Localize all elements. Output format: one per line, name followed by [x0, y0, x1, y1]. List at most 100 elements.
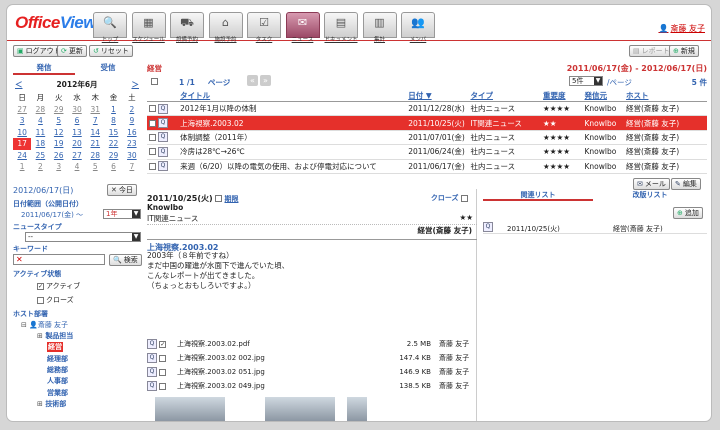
- search-icon[interactable]: Q: [158, 132, 168, 143]
- search-icon[interactable]: Q: [147, 381, 157, 391]
- close-toggle[interactable]: クローズ: [431, 193, 470, 203]
- calendar-day[interactable]: 14: [86, 127, 104, 139]
- report-button[interactable]: ▤ レポート: [629, 45, 674, 57]
- user-link[interactable]: 👤 斎藤 友子: [658, 23, 705, 34]
- tab-received[interactable]: 受信: [77, 61, 139, 75]
- tree-item[interactable]: ⊞ 製品担当: [37, 331, 73, 341]
- tree-item[interactable]: ⊞ 技術部: [37, 399, 66, 409]
- calendar-day[interactable]: 2: [123, 104, 141, 116]
- row-checkbox[interactable]: [149, 105, 156, 113]
- file-name[interactable]: 上海視察.2003.02 002.jpg: [177, 351, 265, 365]
- calendar-day[interactable]: 30: [123, 150, 141, 162]
- calendar-day[interactable]: 4: [31, 115, 49, 127]
- calendar-day[interactable]: 10: [13, 127, 31, 139]
- calendar-day[interactable]: 24: [13, 150, 31, 162]
- tree-item[interactable]: 経理部: [47, 354, 68, 364]
- nav-label[interactable]: メンバ: [398, 35, 438, 43]
- select-all-checkbox[interactable]: [151, 77, 160, 86]
- calendar-day[interactable]: 15: [104, 127, 122, 139]
- calendar-day[interactable]: 28: [86, 150, 104, 162]
- attachment-row[interactable]: Q 上海視察.2003.02 051.jpg 146.9 KB 斎藤 友子: [147, 365, 477, 379]
- calendar-day[interactable]: 9: [123, 115, 141, 127]
- column-header[interactable]: タイプ: [468, 90, 542, 102]
- calendar-day[interactable]: 5: [86, 161, 104, 173]
- nav-label[interactable]: 設備予約: [167, 35, 207, 43]
- tab-related-list[interactable]: 関連リスト: [483, 189, 593, 201]
- file-checkbox[interactable]: ✓: [159, 340, 167, 348]
- add-button[interactable]: ⊕ 追加: [673, 207, 703, 219]
- calendar-day[interactable]: 18: [31, 138, 49, 150]
- calendar-day[interactable]: 7: [86, 115, 104, 127]
- range-length-select[interactable]: 1年 ▼: [103, 209, 141, 219]
- calendar-day[interactable]: 1: [13, 161, 31, 173]
- reset-button[interactable]: ↺ リセット: [89, 45, 133, 57]
- keyword-input[interactable]: ✕: [13, 254, 105, 265]
- calendar-day[interactable]: 27: [68, 150, 86, 162]
- table-row[interactable]: Q 2012年1月以降の体制 2011/12/28(水) 社内ニュース ★★★★ Know…: [147, 101, 707, 117]
- row-checkbox[interactable]: [149, 162, 156, 170]
- new-button[interactable]: ⊕ 新規: [669, 45, 699, 57]
- nav-label[interactable]: トップ: [90, 35, 130, 43]
- calendar-day[interactable]: 5: [50, 115, 68, 127]
- calendar-next[interactable]: ＞: [132, 79, 140, 90]
- calendar-day[interactable]: 21: [86, 138, 104, 150]
- nav-label[interactable]: 施設予約: [206, 35, 246, 43]
- newstype-select[interactable]: -- ▼: [25, 232, 141, 242]
- search-button[interactable]: 🔍 検索: [109, 254, 142, 266]
- search-icon[interactable]: Q: [158, 146, 168, 157]
- calendar-day[interactable]: 23: [123, 138, 141, 150]
- calendar-day[interactable]: 4: [68, 161, 86, 173]
- row-checkbox[interactable]: [149, 133, 156, 141]
- search-icon[interactable]: Q: [147, 367, 157, 377]
- close-checkbox[interactable]: クローズ: [37, 295, 74, 305]
- column-header[interactable]: タイトル: [178, 90, 407, 102]
- calendar-prev[interactable]: ＜: [15, 79, 23, 90]
- calendar-day[interactable]: 1: [104, 104, 122, 116]
- clear-icon[interactable]: ✕: [16, 255, 23, 264]
- table-row[interactable]: Q 上海視察.2003.02 2011/10/25(火) IT関連ニュース ★★ Know…: [147, 115, 707, 131]
- tree-item[interactable]: 営業部: [47, 388, 68, 398]
- table-row[interactable]: Q 冷房は28℃→26℃ 2011/06/24(金) 社内ニュース ★★★★ Knowlb…: [147, 144, 707, 160]
- image-thumbnail[interactable]: [347, 397, 367, 421]
- nav-label[interactable]: 集計: [360, 35, 400, 43]
- file-name[interactable]: 上海視察.2003.02 049.jpg: [177, 379, 265, 393]
- calendar-day[interactable]: 29: [104, 150, 122, 162]
- attachment-row[interactable]: Q ✓ 上海視察.2003.02.pdf 2.5 MB 斎藤 友子: [147, 337, 477, 351]
- calendar-day[interactable]: 31: [86, 104, 104, 116]
- table-row[interactable]: Q 来週（6/20）以降の電気の使用、および停電対応について 2011/06/17(…: [147, 159, 707, 174]
- calendar-day[interactable]: 30: [68, 104, 86, 116]
- calendar-day[interactable]: 26: [50, 150, 68, 162]
- file-name[interactable]: 上海視察.2003.02.pdf: [177, 337, 250, 351]
- search-icon[interactable]: Q: [147, 353, 157, 363]
- nav-label[interactable]: タスク: [244, 35, 284, 43]
- tree-item[interactable]: 総務部: [47, 365, 68, 375]
- file-name[interactable]: 上海視察.2003.02 051.jpg: [177, 365, 265, 379]
- attachment-row[interactable]: Q 上海視察.2003.02 049.jpg 138.5 KB 斎藤 友子: [147, 379, 477, 393]
- nav-label[interactable]: ドキュメント: [321, 35, 361, 43]
- row-checkbox[interactable]: [149, 148, 156, 156]
- calendar-day[interactable]: 16: [123, 127, 141, 139]
- calendar-day[interactable]: 3: [50, 161, 68, 173]
- calendar-day[interactable]: 27: [13, 104, 31, 116]
- column-header[interactable]: 重要度: [541, 90, 583, 102]
- search-icon[interactable]: Q: [158, 118, 168, 129]
- image-thumbnail[interactable]: [155, 397, 225, 421]
- calendar-day[interactable]: 3: [13, 115, 31, 127]
- calendar-day[interactable]: 22: [104, 138, 122, 150]
- calendar-day[interactable]: 12: [50, 127, 68, 139]
- calendar-day[interactable]: 13: [68, 127, 86, 139]
- tree-item[interactable]: 人事部: [47, 376, 68, 386]
- related-row[interactable]: Q 2011/10/25(火) 経営(斎藤 友子): [483, 222, 707, 234]
- refresh-button[interactable]: ⟳ 更新: [57, 45, 87, 57]
- image-thumbnail[interactable]: [265, 397, 335, 421]
- tab-sent[interactable]: 発信: [13, 61, 75, 75]
- file-checkbox[interactable]: [159, 382, 167, 390]
- search-icon[interactable]: Q: [158, 161, 168, 172]
- nav-label[interactable]: ニュース: [283, 35, 323, 43]
- calendar-day[interactable]: 20: [68, 138, 86, 150]
- tree-root[interactable]: ⊟ 👤斎藤 友子: [21, 320, 68, 330]
- calendar-day[interactable]: 19: [50, 138, 68, 150]
- table-row[interactable]: Q 体制調整（2011年） 2011/07/01(金) 社内ニュース ★★★★ Knowl…: [147, 130, 707, 146]
- calendar-day[interactable]: 28: [31, 104, 49, 116]
- next-page-icon[interactable]: »: [260, 75, 271, 86]
